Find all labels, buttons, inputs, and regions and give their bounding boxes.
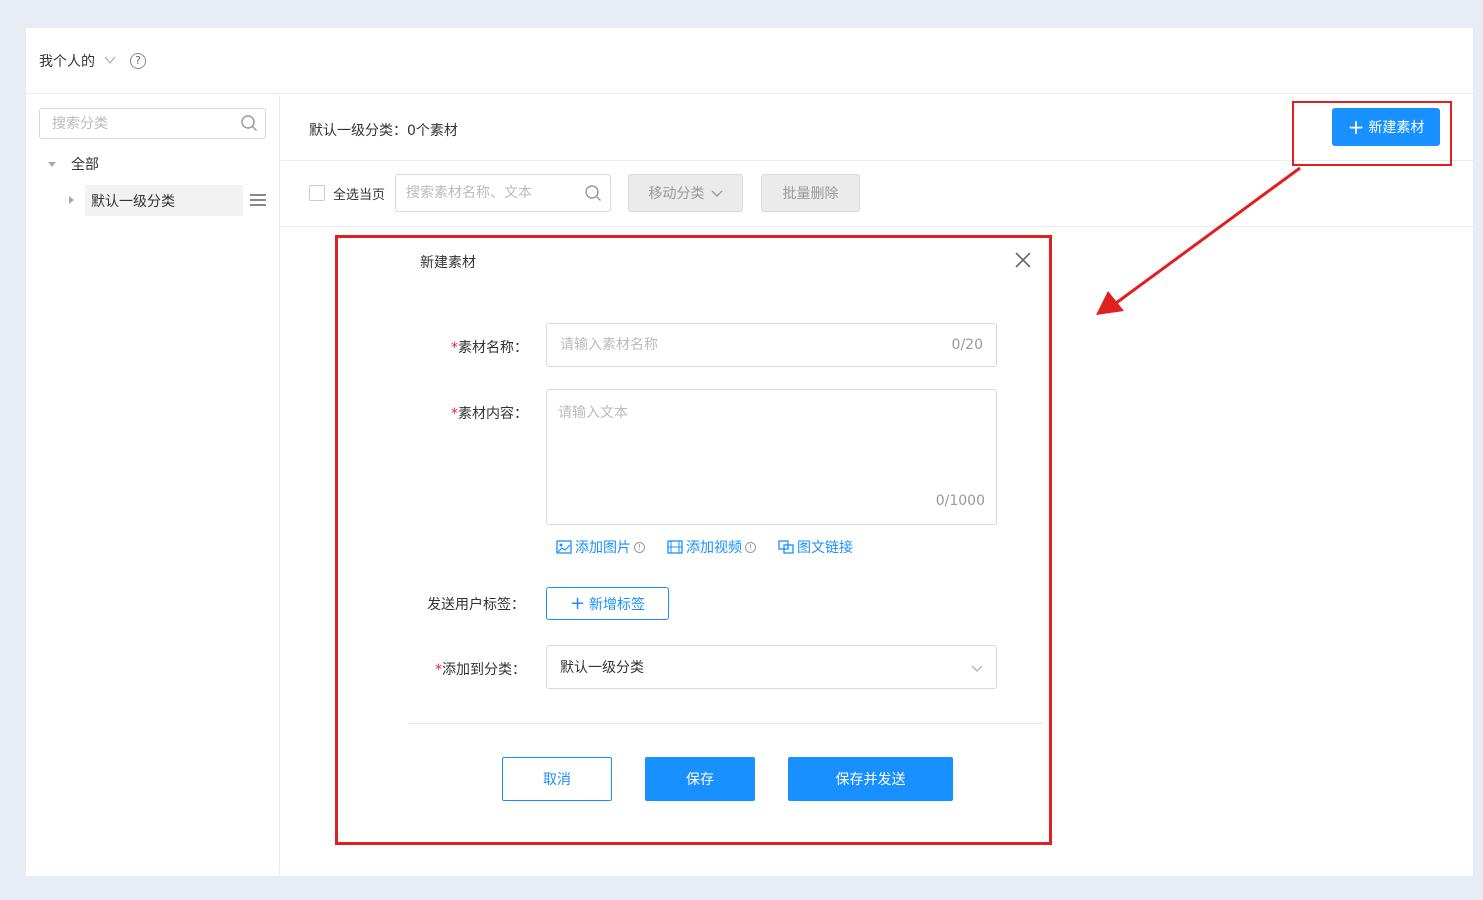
name-label: *素材名称： [451,340,528,356]
info-icon[interactable]: ! [745,541,756,553]
tags-label: 发送用户标签： [427,597,525,613]
chevron-down-icon [711,190,723,197]
add-article-link[interactable]: 图文链接 [778,537,853,557]
annotation-arrow [1096,166,1301,315]
batch-delete-button[interactable]: 批量删除 [761,174,861,212]
material-search-input[interactable] [396,175,577,211]
toolbar: 全选当页 移动分类 批量删除 [309,174,861,212]
menu-icon[interactable] [250,194,266,206]
content-label: *素材内容： [451,406,528,422]
move-category-button[interactable]: 移动分类 [628,174,744,212]
film-icon [667,540,683,554]
chevron-down-icon[interactable] [104,54,116,66]
search-icon[interactable] [240,114,258,132]
help-icon[interactable]: ? [130,52,146,69]
highlight-box-new-button [1292,101,1452,166]
info-icon[interactable]: ! [634,541,645,553]
category-select-value: 默认一级分类 [560,660,644,676]
cancel-button[interactable]: 取消 [502,757,612,801]
top-bar: 我个人的 ? [26,28,1473,94]
category-sidebar: 全部 默认一级分类 [26,95,280,876]
content-field: 0/1000 [546,389,997,525]
dialog-title: 新建素材 [420,255,476,271]
name-counter: 0/20 [951,337,983,353]
tree-item-label: 默认一级分类 [91,193,175,210]
caret-right-icon[interactable] [69,196,74,204]
select-page-checkbox[interactable] [309,185,325,201]
save-button[interactable]: 保存 [645,757,755,801]
material-search [395,174,612,212]
save-and-send-button[interactable]: 保存并发送 [788,757,953,801]
attachment-row: 添加图片 ! 添加视频 ! 图文链接 [556,537,875,557]
add-tag-button[interactable]: + 新增标签 [546,587,669,620]
breadcrumb: 默认一级分类：0个素材 [309,123,458,139]
image-icon [556,540,572,554]
add-image-link[interactable]: 添加图片 ! [556,537,645,557]
link-copy-icon [778,540,794,554]
content-counter: 0/1000 [935,493,985,509]
scope-label[interactable]: 我个人的 [39,51,95,71]
chevron-down-icon [971,665,983,672]
category-search [39,108,266,139]
caret-down-icon[interactable] [48,161,56,167]
category-search-input[interactable] [40,109,230,138]
material-name-input[interactable] [547,324,927,366]
category-select[interactable]: 默认一级分类 [546,645,997,689]
plus-icon: + [569,592,586,614]
close-icon[interactable] [1014,251,1032,269]
tree-root-label: 全部 [71,157,99,173]
search-icon[interactable] [584,184,602,202]
add-video-link[interactable]: 添加视频 ! [667,537,756,557]
material-content-textarea[interactable] [547,390,977,480]
tree-item-default-category[interactable]: 默认一级分类 [85,185,243,216]
category-label: *添加到分类： [435,662,526,678]
new-material-dialog: 新建素材 *素材名称： 0/20 *素材内容： 0/1000 添加图片 ! 添加… [335,235,1052,845]
select-page-label[interactable]: 全选当页 [333,184,385,203]
name-field: 0/20 [546,323,997,367]
dialog-divider [408,723,1043,724]
tree-root-all[interactable]: 全部 [48,154,99,174]
